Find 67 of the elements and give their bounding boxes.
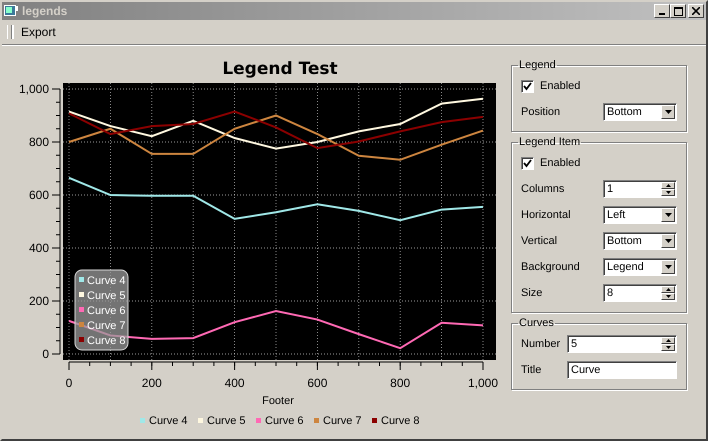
field-label: Vertical <box>521 235 558 247</box>
spin-box[interactable]: 5 <box>567 335 677 353</box>
legend-swatch <box>79 322 84 327</box>
dropdown[interactable]: Bottom <box>603 103 677 121</box>
legend-label: Curve 4 <box>87 275 126 287</box>
y-tick-label: 1,000 <box>18 82 49 96</box>
y-tick-label: 400 <box>28 241 49 255</box>
window-title: legends <box>22 4 68 18</box>
close-button[interactable] <box>688 4 704 18</box>
x-tick-label: 400 <box>224 376 245 390</box>
legend-label: Curve 7 <box>87 320 126 332</box>
field-label: Title <box>521 364 542 376</box>
legend-swatch <box>79 307 84 312</box>
app-icon <box>4 5 18 17</box>
dropdown[interactable]: Legend <box>603 258 677 276</box>
group-title: Legend Item <box>518 136 582 148</box>
legend-swatch <box>79 277 84 282</box>
x-tick-label: 800 <box>390 376 410 390</box>
field-label: Columns <box>521 183 566 195</box>
spin-down-icon[interactable] <box>661 344 675 351</box>
field-label: Number <box>521 338 562 350</box>
chart-title: Legend Test <box>222 59 338 79</box>
legend-label[interactable]: Curve 6 <box>265 415 304 427</box>
x-tick-label: 600 <box>307 376 328 390</box>
y-tick-label: 0 <box>42 347 49 361</box>
menu-item[interactable]: Export <box>16 25 61 39</box>
checkbox-label: Enabled <box>540 80 580 92</box>
x-tick-label: 200 <box>142 376 162 390</box>
legend-label[interactable]: Curve 8 <box>381 415 420 427</box>
field-label: Size <box>521 287 544 299</box>
checkbox[interactable] <box>521 156 534 170</box>
y-tick-label: 600 <box>28 188 49 202</box>
y-tick-label: 800 <box>28 135 49 149</box>
minimize-button[interactable] <box>654 4 670 18</box>
spin-up-icon[interactable] <box>661 286 675 293</box>
legend-label: Curve 5 <box>87 290 126 302</box>
toolbar-grip[interactable] <box>7 25 12 39</box>
legend-swatch <box>79 337 84 342</box>
spin-down-icon[interactable] <box>661 293 675 300</box>
group-title: Curves <box>518 317 555 329</box>
field-label: Horizontal <box>521 209 572 221</box>
dropdown[interactable]: Bottom <box>603 232 677 250</box>
x-axis-title: Footer <box>262 395 294 407</box>
legend-label[interactable]: Curve 4 <box>149 415 188 427</box>
field-label: Background <box>521 261 581 273</box>
spin-up-icon[interactable] <box>661 337 675 344</box>
legend-label: Curve 6 <box>87 305 126 317</box>
spin-down-icon[interactable] <box>661 189 675 196</box>
legend-swatch <box>79 292 84 297</box>
legend-label[interactable]: Curve 5 <box>207 415 246 427</box>
checkbox[interactable] <box>521 80 534 92</box>
dropdown[interactable]: Left <box>603 206 677 224</box>
close-icon <box>692 7 700 15</box>
spin-box[interactable]: 8 <box>603 284 677 302</box>
maximize-icon <box>674 6 682 16</box>
legend-label: Curve 8 <box>87 335 126 347</box>
x-tick-label: 1,000 <box>468 376 498 390</box>
maximize-button[interactable] <box>670 4 686 18</box>
checkbox-label: Enabled <box>540 157 580 169</box>
x-tick-label: 0 <box>66 376 72 390</box>
group-title: Legend <box>518 59 557 71</box>
y-tick-label: 200 <box>28 294 49 308</box>
spin-up-icon[interactable] <box>661 182 675 189</box>
field-label: Position <box>521 106 562 118</box>
legend-label[interactable]: Curve 7 <box>323 415 362 427</box>
spin-box[interactable]: 1 <box>603 180 677 198</box>
input-field[interactable]: Curve <box>567 361 677 379</box>
